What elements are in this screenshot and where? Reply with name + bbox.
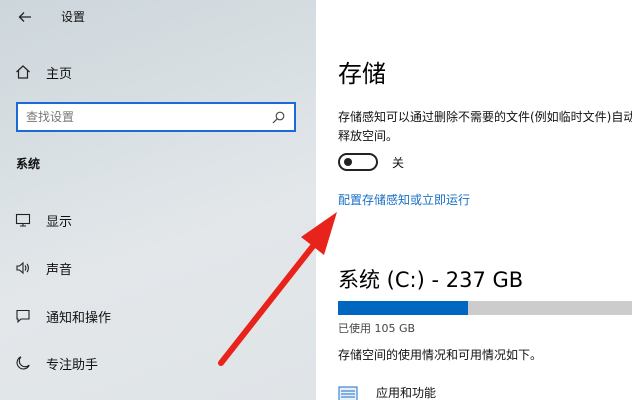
drive-used-label: 已使用 105 GB: [338, 322, 416, 335]
sidebar-item-label: 主页: [46, 66, 73, 82]
home-icon: [14, 63, 32, 81]
sidebar-item-notifications[interactable]: 通知和操作: [14, 305, 111, 327]
sidebar-item-label: 显示: [46, 214, 73, 230]
storage-sense-toggle-row: 关: [338, 153, 404, 171]
category-apps-features[interactable]: 应用和功能: [338, 384, 436, 400]
storage-usage-description: 存储空间的使用情况和可用情况如下。: [338, 348, 543, 362]
app-title: 设置: [61, 10, 86, 24]
back-arrow-icon: [18, 12, 31, 22]
search-box[interactable]: [16, 102, 296, 132]
apps-icon: [338, 385, 360, 400]
back-button[interactable]: [14, 6, 36, 28]
sidebar-item-focus-assist[interactable]: 专注助手: [14, 352, 98, 374]
configure-storage-sense-link[interactable]: 配置存储感知或立即运行: [338, 191, 470, 208]
search-icon[interactable]: [270, 109, 286, 125]
sidebar-item-display[interactable]: 显示: [14, 209, 72, 231]
toggle-knob: [344, 158, 352, 166]
moon-icon: [14, 354, 32, 372]
drive-usage-bar: [338, 301, 632, 315]
notification-icon: [14, 307, 32, 325]
drive-title: 系统 (C:) - 237 GB: [338, 268, 524, 292]
sidebar-item-label: 声音: [46, 262, 73, 278]
drive-usage-fill: [338, 301, 469, 315]
sidebar: 设置 主页 系统 显示: [0, 0, 316, 400]
speaker-icon: [14, 259, 32, 277]
search-input[interactable]: [18, 103, 270, 131]
main-content: 存储 存储感知可以通过删除不需要的文件(例如临时文件)自动释放空间。 关 配置存…: [316, 0, 632, 400]
sidebar-item-home[interactable]: 主页: [14, 62, 72, 82]
category-label: 应用和功能: [376, 386, 437, 400]
sidebar-item-sound[interactable]: 声音: [14, 257, 72, 279]
sidebar-item-label: 通知和操作: [46, 310, 112, 326]
sidebar-item-label: 专注助手: [46, 357, 99, 373]
page-title: 存储: [338, 60, 386, 88]
monitor-icon: [14, 211, 32, 229]
section-header: 系统: [16, 157, 41, 171]
storage-sense-toggle[interactable]: [338, 153, 378, 171]
toggle-state-label: 关: [392, 155, 405, 170]
storage-sense-description: 存储感知可以通过删除不需要的文件(例如临时文件)自动释放空间。: [338, 110, 632, 143]
